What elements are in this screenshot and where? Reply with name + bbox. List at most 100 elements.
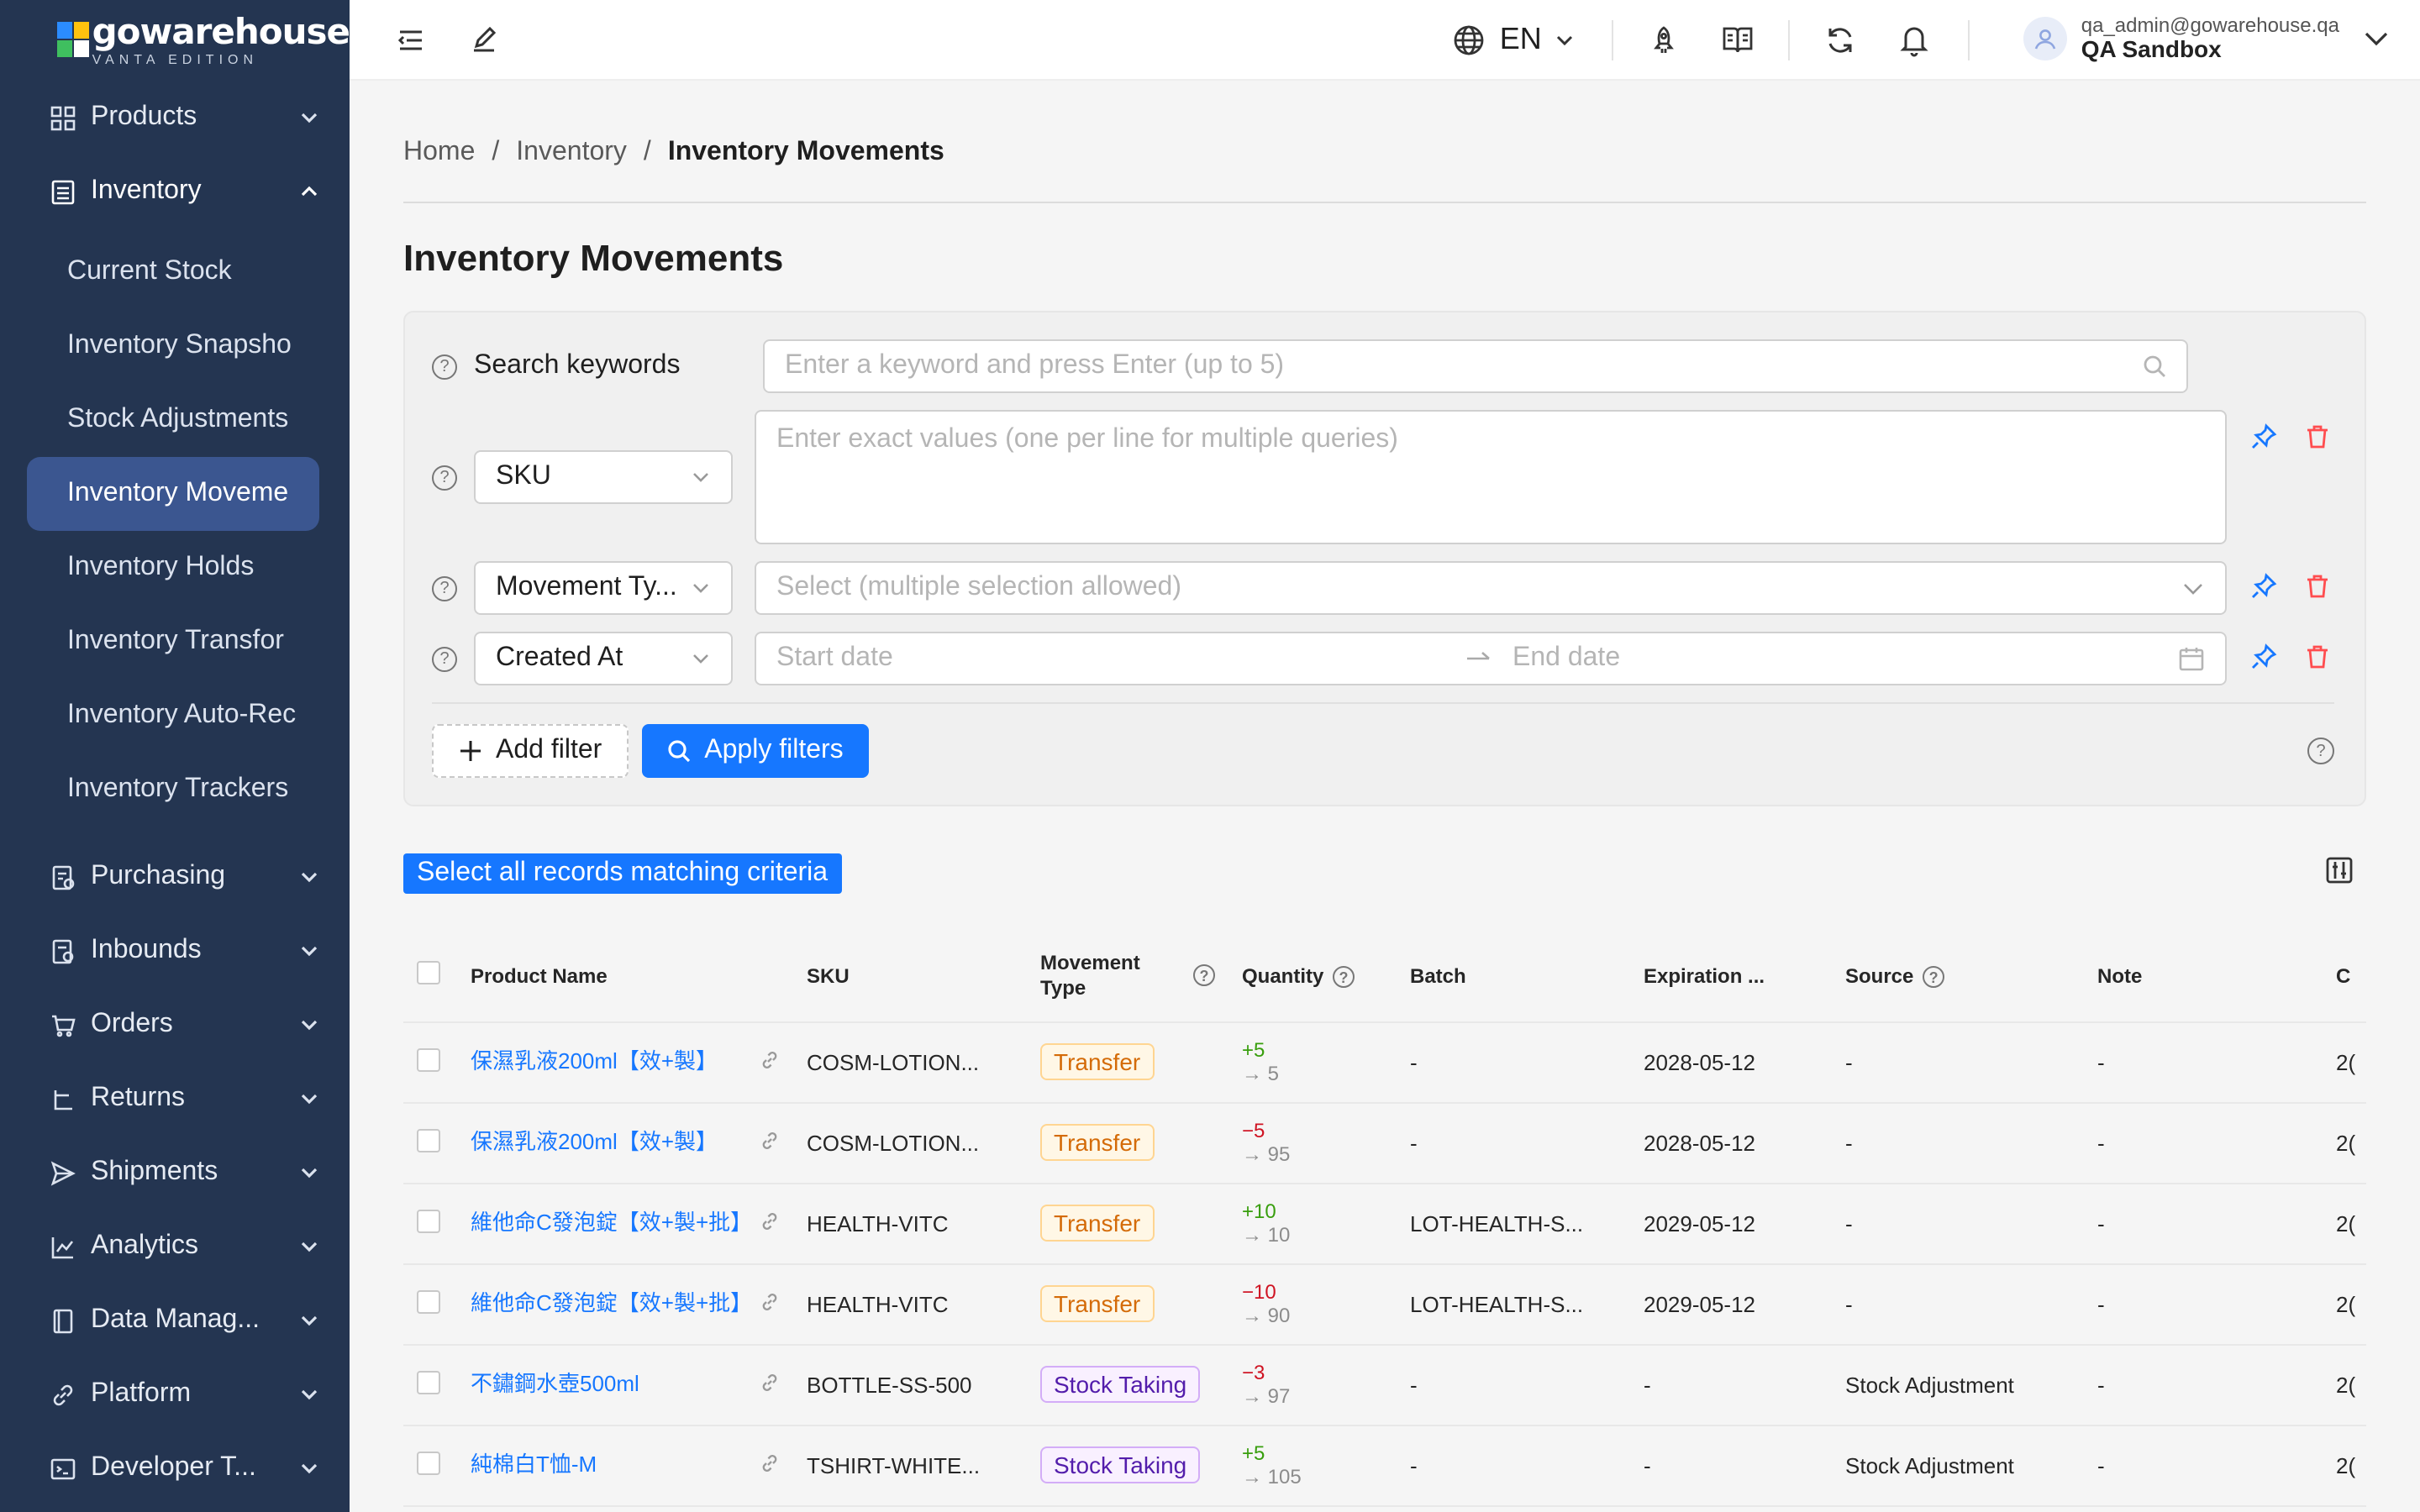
sidebar-subitem-inventory-auto-rec[interactable]: Inventory Auto-Rec xyxy=(0,679,323,753)
help-icon[interactable]: ? xyxy=(432,465,457,491)
expiration-cell: 2029-05-12 xyxy=(1630,1263,1832,1345)
table-row[interactable]: 維他命C發泡錠【效+製+批】 HEALTH-VITC Transfer +10 → 10… xyxy=(403,1183,2366,1264)
help-icon[interactable]: ? xyxy=(1193,964,1215,987)
sidebar-item-products[interactable]: Products xyxy=(0,81,350,155)
sidebar-subitem-inventory-movements[interactable]: Inventory Moveme xyxy=(27,457,319,531)
filter-field-select-sku[interactable]: SKU xyxy=(474,450,733,504)
row-checkbox[interactable] xyxy=(417,1047,440,1071)
help-icon[interactable]: ? xyxy=(1333,966,1355,988)
sku-cell: COSM-LOTION... xyxy=(793,1102,1027,1184)
sidebar-subitem-current-stock[interactable]: Current Stock xyxy=(0,235,323,309)
table-row[interactable]: 純棉白T恤-M TSHIRT-WHITE... Stock Taking +5 → 10… xyxy=(403,1425,2366,1506)
sidebar-item-inbounds[interactable]: Inbounds xyxy=(0,914,350,988)
sidebar-item-returns[interactable]: Returns xyxy=(0,1062,350,1136)
row-checkbox[interactable] xyxy=(417,1451,440,1474)
select-all-checkbox[interactable] xyxy=(417,961,440,985)
row-checkbox[interactable] xyxy=(417,1370,440,1394)
movement-type-tag: Stock Taking xyxy=(1040,1446,1201,1483)
sidebar-item-label: Platform xyxy=(91,1379,192,1408)
column-header-source[interactable]: Source ? xyxy=(1832,931,2084,1022)
sidebar-subitem-inventory-transforms[interactable]: Inventory Transfor xyxy=(0,605,323,679)
sidebar-item-orders[interactable]: Orders xyxy=(0,988,350,1062)
column-header-quantity[interactable]: Quantity ? xyxy=(1228,931,1397,1022)
pin-icon[interactable] xyxy=(2250,573,2281,603)
arrow-right-icon xyxy=(1467,652,1490,660)
column-header-product[interactable]: Product Name xyxy=(457,931,793,1022)
product-name-link[interactable]: 保濕乳液200ml【效+製】 xyxy=(471,1048,718,1075)
filter-field-select-movement-type[interactable]: Movement Ty... xyxy=(474,561,733,615)
sidebar-item-purchasing[interactable]: Purchasing xyxy=(0,840,350,914)
user-org: QA Sandbox xyxy=(2081,35,2222,63)
help-icon[interactable]: ? xyxy=(432,354,457,379)
breadcrumb-inventory[interactable]: Inventory xyxy=(516,138,627,168)
link-icon[interactable] xyxy=(760,1210,780,1236)
filter-field-select-created-at[interactable]: Created At xyxy=(474,632,733,685)
refresh-icon[interactable] xyxy=(1811,9,1871,70)
sidebar-subitem-inventory-holds[interactable]: Inventory Holds xyxy=(0,531,323,605)
column-header-expiration[interactable]: Expiration ... xyxy=(1630,931,1832,1022)
row-checkbox[interactable] xyxy=(417,1209,440,1232)
breadcrumb-home[interactable]: Home xyxy=(403,138,475,168)
sku-textarea[interactable]: Enter exact values (one per line for mul… xyxy=(755,410,2227,544)
language-selector[interactable]: EN xyxy=(1436,22,1592,57)
product-name-link[interactable]: 維他命C發泡錠【效+製+批】 xyxy=(471,1210,752,1236)
product-name-link[interactable]: 維他命C發泡錠【效+製+批】 xyxy=(471,1290,752,1317)
movement-type-tag: Transfer xyxy=(1040,1285,1155,1322)
user-menu[interactable]: qa_admin@gowarehouse.qa QA Sandbox xyxy=(1991,14,2420,63)
bell-icon[interactable] xyxy=(1885,9,1945,70)
product-name-link[interactable]: 不鏽鋼水壺500ml xyxy=(471,1371,639,1398)
help-icon[interactable]: ? xyxy=(432,575,457,601)
product-name-link[interactable]: 保濕乳液200ml【效+製】 xyxy=(471,1129,718,1156)
sidebar-subitem-inventory-trackers[interactable]: Inventory Trackers xyxy=(0,753,323,827)
sidebar-item-developer-tools[interactable]: Developer T... xyxy=(0,1431,350,1505)
link-icon[interactable] xyxy=(760,1452,780,1478)
sidebar-subitem-inventory-snapshots[interactable]: Inventory Snapsho xyxy=(0,309,323,383)
delete-icon[interactable] xyxy=(2304,573,2334,603)
table-row[interactable]: 保濕乳液200ml【效+製】 COSM-LOTION... Transfer −5 → … xyxy=(403,1102,2366,1184)
sidebar-item-platform[interactable]: Platform xyxy=(0,1357,350,1431)
sidebar-item-inventory[interactable]: Inventory xyxy=(0,155,350,228)
link-icon[interactable] xyxy=(760,1372,780,1397)
search-input[interactable]: Enter a keyword and press Enter (up to 5… xyxy=(763,339,2188,393)
delete-icon[interactable] xyxy=(2304,423,2334,454)
movement-type-select[interactable]: Select (multiple selection allowed) xyxy=(755,561,2227,615)
delete-icon[interactable] xyxy=(2304,643,2334,674)
start-date-input[interactable]: Start date xyxy=(776,643,1465,674)
pin-icon[interactable] xyxy=(2250,423,2281,454)
table-row[interactable]: 維他命C發泡錠【效+製+批】 HEALTH-VITC Transfer −10 → 90… xyxy=(403,1263,2366,1345)
help-icon[interactable]: ? xyxy=(2307,738,2334,764)
add-filter-button[interactable]: Add filter xyxy=(432,724,629,778)
sidebar-item-shipments[interactable]: Shipments xyxy=(0,1136,350,1210)
link-icon[interactable] xyxy=(760,1130,780,1155)
sidebar-item-analytics[interactable]: Analytics xyxy=(0,1210,350,1284)
menu-fold-icon[interactable] xyxy=(380,9,440,70)
help-icon[interactable]: ? xyxy=(1923,966,1945,988)
edit-icon[interactable] xyxy=(454,9,514,70)
source-cell: Stock Adjustment xyxy=(1832,1425,2084,1506)
pin-icon[interactable] xyxy=(2250,643,2281,674)
column-settings-icon[interactable] xyxy=(2326,856,2353,891)
brand-logo[interactable]: gowarehouse VANTA EDITION xyxy=(0,0,350,81)
sidebar-subitem-stock-adjustments[interactable]: Stock Adjustments xyxy=(0,383,323,457)
link-icon[interactable] xyxy=(760,1049,780,1074)
note-cell: - xyxy=(2084,1102,2336,1184)
column-header-sku[interactable]: SKU xyxy=(793,931,1027,1022)
docs-book-icon[interactable] xyxy=(1708,9,1769,70)
sidebar-item-data-management[interactable]: Data Manag... xyxy=(0,1284,350,1357)
column-header-batch[interactable]: Batch xyxy=(1397,931,1630,1022)
rocket-icon[interactable] xyxy=(1634,9,1695,70)
end-date-input[interactable]: End date xyxy=(1512,643,2178,674)
select-all-matching-button[interactable]: Select all records matching criteria xyxy=(403,853,842,894)
date-range-picker[interactable]: Start date End date xyxy=(755,632,2227,685)
help-icon[interactable]: ? xyxy=(432,646,457,671)
column-header-note[interactable]: Note xyxy=(2084,931,2336,1022)
row-checkbox[interactable] xyxy=(417,1128,440,1152)
table-row[interactable]: 不鏽鋼水壺500ml BOTTLE-SS-500 Stock Taking −3 → 9… xyxy=(403,1344,2366,1425)
column-header-created[interactable]: C xyxy=(2336,931,2366,1022)
link-icon[interactable] xyxy=(760,1291,780,1316)
product-name-link[interactable]: 純棉白T恤-M xyxy=(471,1452,597,1478)
row-checkbox[interactable] xyxy=(417,1289,440,1313)
apply-filters-button[interactable]: Apply filters xyxy=(642,724,869,778)
column-header-movement-type[interactable]: Movement Type ? xyxy=(1027,931,1228,1022)
table-row[interactable]: 保濕乳液200ml【效+製】 COSM-LOTION... Transfer +5 → … xyxy=(403,1021,2366,1103)
